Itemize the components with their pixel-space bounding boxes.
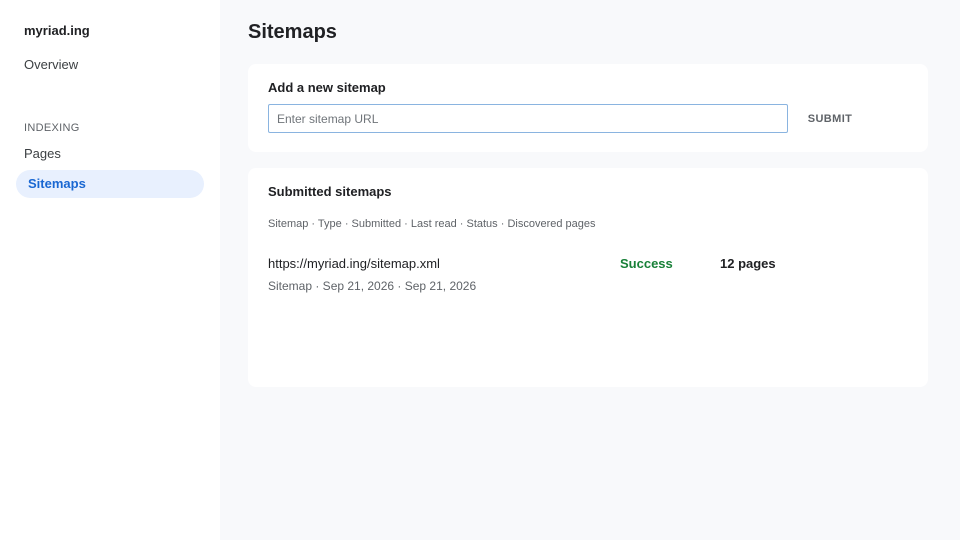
discovered-pages: 12 pages [720,256,776,271]
add-sitemap-title: Add a new sitemap [268,80,386,95]
sitemap-url-input[interactable] [268,104,788,133]
sitemap-meta: Sitemap · Sep 21, 2026 · Sep 21, 2026 [268,279,477,293]
page-title: Sitemaps [248,21,337,43]
site-name[interactable]: myriad.ing [24,23,90,38]
column-headers: Sitemap · Type · Submitted · Last read ·… [268,218,596,230]
submitted-sitemaps-card: Submitted sitemaps Sitemap · Type · Subm… [248,168,928,387]
sidebar-item-pages[interactable]: Pages [24,146,61,161]
submitted-sitemaps-title: Submitted sitemaps [268,184,392,199]
sitemap-row[interactable]: https://myriad.ing/sitemap.xml Sitemap ·… [248,248,928,298]
sidebar-section-indexing: INDEXING [24,122,80,134]
sidebar-item-sitemaps[interactable]: Sitemaps [16,170,204,198]
sidebar: myriad.ing Overview INDEXING Pages Sitem… [0,0,220,540]
sitemap-url[interactable]: https://myriad.ing/sitemap.xml [268,256,440,271]
sidebar-item-overview[interactable]: Overview [24,57,78,72]
add-sitemap-card: Add a new sitemap SUBMIT [248,64,928,152]
submit-button[interactable]: SUBMIT [800,106,860,132]
status-badge: Success [620,256,673,271]
